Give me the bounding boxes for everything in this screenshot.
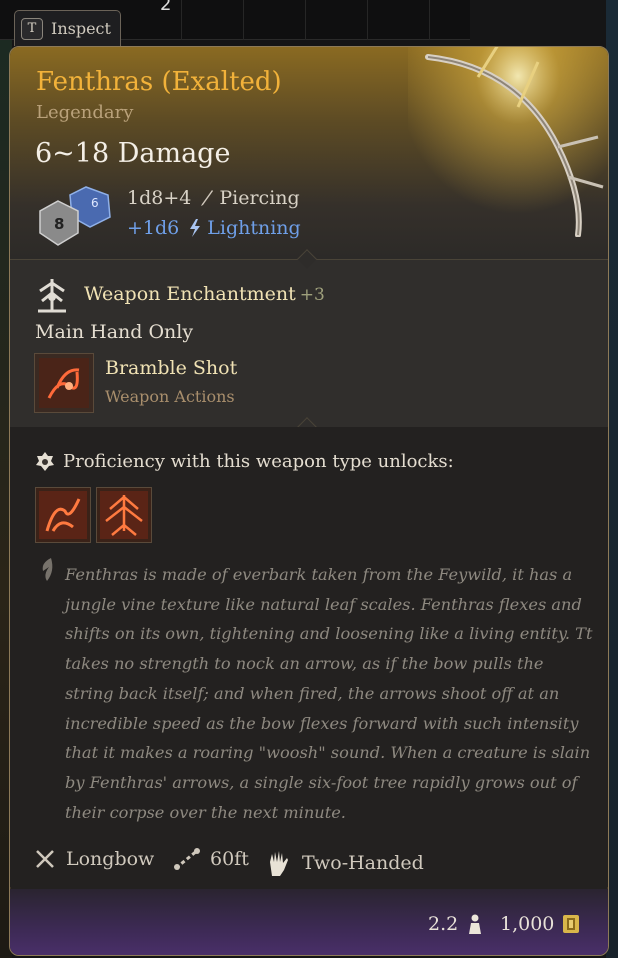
inventory-cell	[244, 0, 306, 40]
svg-text:6: 6	[91, 196, 99, 210]
proficiency-label: Proficiency with this weapon type unlock…	[63, 451, 454, 472]
tooltip-header: Fenthras (Exalted) Legendary 6~18 Damage…	[10, 47, 608, 259]
item-value: 1,000	[500, 913, 580, 935]
tooltip-footer: 2.2 1,000	[10, 889, 608, 955]
inspect-label: Inspect	[51, 19, 111, 38]
piercing-shot-icon	[39, 491, 87, 539]
mobile-shot-ability[interactable]	[96, 487, 152, 543]
property-label: 60ft	[210, 848, 249, 870]
two-handed-icon	[270, 851, 288, 876]
bow-icon	[408, 47, 608, 237]
damage-line-lightning: +1d6 Lightning	[127, 217, 301, 239]
piercing-shot-ability[interactable]	[35, 487, 91, 543]
damage-dice: 1d8+4	[127, 187, 192, 209]
stack-count: 2	[160, 0, 172, 15]
gold-coin-icon	[563, 915, 580, 933]
inspect-button[interactable]: T Inspect	[14, 10, 121, 46]
gold-value: 1,000	[500, 913, 555, 935]
svg-text:8: 8	[54, 215, 64, 233]
damage-total: 6~18 Damage	[35, 138, 231, 169]
enchantment-label: Weapon Enchantment	[84, 283, 296, 305]
item-rarity: Legendary	[36, 102, 134, 123]
action-name: Bramble Shot	[105, 357, 238, 379]
action-category: Weapon Actions	[105, 387, 235, 406]
damage-type: Piercing	[219, 187, 300, 209]
mobile-shot-icon	[100, 491, 148, 539]
weapon-properties-section: Weapon Enchantment +3 Main Hand Only Bram…	[10, 259, 608, 427]
item-weight: 2.2	[428, 913, 484, 935]
lightning-icon	[190, 219, 201, 237]
inventory-cell	[182, 0, 244, 40]
item-name: Fenthras (Exalted)	[36, 67, 282, 97]
item-tooltip: Fenthras (Exalted) Legendary 6~18 Damage…	[9, 46, 609, 956]
lore-quill-icon	[42, 558, 53, 581]
property-range: 60ft	[174, 848, 249, 870]
keybind-badge: T	[21, 17, 43, 40]
enchantment-bonus: +3	[299, 285, 325, 305]
proficiency-icon	[36, 452, 54, 471]
enchantment-icon	[38, 279, 66, 313]
property-handedness: Two-Handed	[266, 848, 424, 878]
weight-icon	[469, 914, 482, 934]
item-lore: Fenthras is made of everbark taken from …	[65, 565, 593, 822]
restriction-text: Main Hand Only	[35, 321, 194, 343]
proficiency-section: Proficiency with this weapon type unlock…	[10, 427, 608, 887]
crossed-weapons-icon	[36, 850, 54, 868]
inventory-cell	[368, 0, 430, 40]
inventory-cell	[120, 0, 182, 40]
enchantment-row: Weapon Enchantment +3	[84, 283, 325, 305]
piercing-icon	[201, 190, 214, 206]
bramble-shot-action[interactable]	[34, 353, 94, 413]
weapon-properties-row: Longbow 60ft Two-Handed	[10, 842, 608, 886]
damage-type: Lightning	[207, 217, 301, 239]
property-label: Longbow	[66, 848, 155, 870]
dice-icon: 6 8	[39, 186, 111, 246]
inventory-cell	[306, 0, 368, 40]
damage-line-physical: 1d8+4 Piercing	[127, 187, 300, 209]
property-label: Two-Handed	[302, 852, 424, 874]
range-icon	[174, 848, 200, 870]
damage-dice: +1d6	[127, 217, 180, 239]
property-weapon-type: Longbow	[34, 848, 154, 870]
bramble-shot-icon	[39, 358, 89, 408]
weight-value: 2.2	[428, 913, 459, 935]
